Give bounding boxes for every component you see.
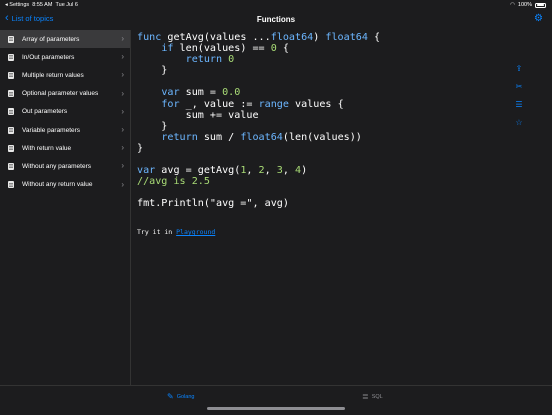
tab-golang[interactable]: ✎ Golang [167, 392, 194, 401]
sidebar-item-with-return-value[interactable]: With return value › [0, 139, 130, 157]
battery-icon [535, 2, 546, 8]
battery-percent: 100% [517, 2, 532, 8]
sidebar-item-label: Without any parameters [22, 162, 92, 170]
code-panel: func getAvg(values ...float64) float64 {… [131, 30, 531, 385]
home-indicator [207, 407, 345, 410]
gear-icon[interactable]: ⚙ [534, 13, 543, 24]
status-date: Tue Jul 6 [55, 2, 78, 8]
code-block: func getAvg(values ...float64) float64 {… [137, 32, 381, 210]
chevron-right-icon: › [121, 143, 124, 153]
right-toolbar: ⇪ ✂ ☰ ☆ [513, 64, 525, 127]
try-it-prefix: Try it in [137, 228, 177, 236]
sidebar-item-optional-parameter-values[interactable]: Optional parameter values › [0, 85, 130, 103]
wifi-icon: ◠ [510, 2, 515, 8]
chevron-right-icon: › [121, 124, 124, 134]
tab-sql[interactable]: ≣ SQL [362, 392, 383, 401]
status-time: 8:55 AM [32, 2, 53, 8]
document-icon [8, 144, 14, 152]
document-icon [8, 90, 14, 98]
sidebar-item-label: In/Out parameters [22, 53, 75, 61]
sidebar-item-array-of-parameters[interactable]: Array of parameters › [0, 30, 130, 49]
document-icon [8, 126, 14, 134]
page-title: Functions [256, 15, 296, 24]
back-app-label[interactable]: ◂ Settings [5, 2, 29, 8]
sidebar-item-label: Without any return value [22, 181, 93, 189]
chevron-right-icon: › [121, 70, 124, 80]
status-right: ◠ 100% [510, 2, 546, 8]
chevron-right-icon: › [121, 106, 124, 116]
sidebar-item-multiple-return-values[interactable]: Multiple return values › [0, 66, 130, 84]
sidebar-item-label: Array of parameters [22, 35, 80, 43]
tab-label: SQL [371, 393, 383, 400]
sidebar-item-in-out-parameters[interactable]: In/Out parameters › [0, 48, 130, 66]
chevron-right-icon: › [121, 34, 124, 43]
document-icon [8, 181, 14, 189]
chevron-right-icon: › [121, 161, 124, 171]
sidebar-item-out-parameters[interactable]: Out parameters › [0, 103, 130, 121]
chevron-right-icon: › [121, 179, 124, 189]
star-icon[interactable]: ☆ [515, 118, 522, 127]
chevron-right-icon: › [121, 88, 124, 98]
document-icon [8, 108, 14, 116]
sidebar-item-without-any-return-value[interactable]: Without any return value › [0, 176, 130, 194]
scissors-icon[interactable]: ✂ [516, 82, 523, 91]
sidebar-item-label: With return value [22, 144, 72, 152]
navigation-bar: ‹ List of topics Functions ⚙ [0, 10, 552, 30]
status-bar: ◂ Settings 8:55 AM Tue Jul 6 ◠ 100% [0, 0, 552, 10]
document-icon [8, 71, 14, 79]
sidebar-item-variable-parameters[interactable]: Variable parameters › [0, 121, 130, 139]
document-icon [8, 35, 14, 43]
document-icon [8, 53, 14, 61]
sidebar-item-label: Variable parameters [22, 126, 81, 134]
share-icon[interactable]: ⇪ [516, 64, 523, 73]
code-icon: ✎ [167, 392, 174, 401]
sidebar: Array of parameters › In/Out parameters › … [0, 30, 131, 385]
document-icon [8, 162, 14, 170]
tab-bar: ✎ Golang ≣ SQL [0, 385, 552, 415]
sidebar-item-label: Out parameters [22, 108, 68, 116]
tab-label: Golang [176, 393, 195, 400]
chevron-right-icon: › [121, 52, 124, 62]
status-left: ◂ Settings 8:55 AM Tue Jul 6 [5, 2, 78, 8]
list-icon[interactable]: ☰ [515, 100, 522, 109]
sidebar-item-without-any-parameters[interactable]: Without any parameters › [0, 157, 130, 175]
try-it-line: Try it in Playground [137, 228, 215, 236]
database-icon: ≣ [362, 392, 369, 401]
playground-link[interactable]: Playground [176, 228, 215, 236]
sidebar-item-label: Optional parameter values [22, 90, 99, 98]
sidebar-item-label: Multiple return values [22, 71, 84, 79]
